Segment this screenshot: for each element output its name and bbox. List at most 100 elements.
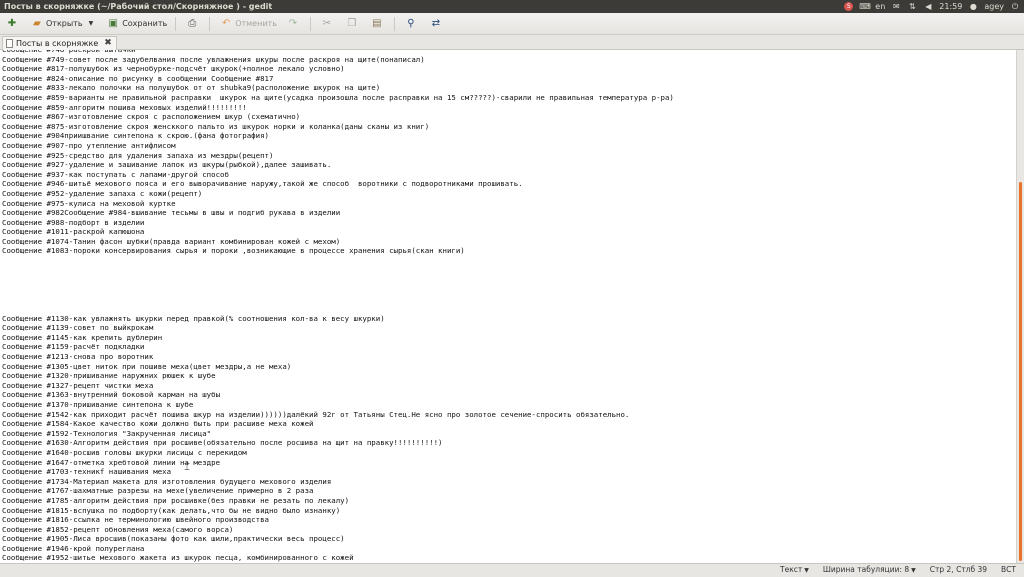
text-line[interactable]: Сообщение #833-лекало полочки на полушуб…	[2, 83, 674, 93]
toolbar-separator	[309, 16, 311, 31]
text-line[interactable]: Сообщение #1630-Алгоритм действия при ро…	[2, 438, 674, 448]
chevron-down-icon: ▼	[88, 20, 94, 27]
undo-button[interactable]: ↶ Отменить	[216, 14, 281, 33]
text-line[interactable]: Сообщение #946-шитьё мехового пояса и ег…	[2, 179, 674, 189]
text-line[interactable]: Сообщение #1647-отметка хребтовой линии …	[2, 458, 674, 468]
text-line[interactable]: Сообщение #907-про утепление антифлисом	[2, 141, 674, 151]
text-line[interactable]: Сообщение #1159-расчёт подкладки	[2, 342, 674, 352]
text-line[interactable]	[2, 294, 674, 304]
text-line[interactable]: Сообщение #824-описание по рисунку в соо…	[2, 74, 674, 84]
open-button[interactable]: ▰ Открыть	[27, 14, 87, 33]
redo-button[interactable]: ↷	[283, 14, 306, 33]
toolbar-separator	[393, 16, 395, 31]
cut-button[interactable]: ✂	[317, 14, 340, 33]
text-line[interactable]: Сообщение #982Сообщение #984-вшивание те…	[2, 208, 674, 218]
text-line[interactable]: Сообщение #1213-снова про воротник	[2, 352, 674, 362]
text-line[interactable]	[2, 275, 674, 285]
text-line[interactable]: Сообщение #1320-пришивание наружних рюше…	[2, 371, 674, 381]
clock[interactable]: 21:59	[939, 0, 962, 13]
user-name[interactable]: agey	[984, 0, 1004, 13]
save-icon: ▣	[108, 17, 118, 29]
text-line[interactable]: Сообщение #1734-Материал макета для изго…	[2, 477, 674, 487]
search-icon: ⚲	[407, 17, 415, 29]
insert-mode: ВСТ	[1001, 565, 1016, 574]
text-line[interactable]: Сообщение #1946-крой полуреглана	[2, 544, 674, 554]
chevron-down-icon: ▼	[804, 567, 809, 574]
text-line[interactable]: Сообщение #1327-рецепт чистки меха	[2, 381, 674, 391]
network-icon[interactable]: ⇅	[907, 2, 917, 11]
document-tabbar: Посты в скорняжке ✖	[0, 35, 1024, 50]
text-line[interactable]: Сообщение #1816-ссылка не терминологию ш…	[2, 515, 674, 525]
document-tab[interactable]: Посты в скорняжке ✖	[2, 36, 117, 50]
text-line[interactable]: Сообщение #859-алгоритм пошива меховых и…	[2, 103, 674, 113]
save-button[interactable]: ▣ Сохранить	[103, 14, 171, 33]
document-icon	[6, 39, 13, 48]
text-line[interactable]: Сообщение #1584-Какое качество кожи долж…	[2, 419, 674, 429]
keyboard-icon[interactable]: ⌨	[859, 2, 871, 11]
text-line[interactable]: Сообщение #1130-как увлажнять шкурки пер…	[2, 314, 674, 324]
system-tray: S ⌨ en ✉ ⇅ ◀ 21:59 ● agey ⏻	[844, 0, 1020, 13]
tab-width-selector[interactable]: Ширина табуляции: 8 ▼	[823, 564, 916, 577]
text-line[interactable]: Сообщение #1852-рецепт обновления меха(с…	[2, 525, 674, 535]
text-line[interactable]: Сообщение #1592-Технология "Закрученная …	[2, 429, 674, 439]
text-lines: Сообщение #748-раскрой-вытачкиСообщение …	[2, 50, 674, 563]
find-button[interactable]: ⚲	[401, 14, 424, 33]
power-icon[interactable]: ⏻	[1010, 2, 1020, 11]
text-line[interactable]: Сообщение #1370-пришивание синтепона к ш…	[2, 400, 674, 410]
text-line[interactable]: Сообщение #1083-пороки консервирования с…	[2, 246, 674, 256]
volume-icon[interactable]: ◀	[923, 2, 933, 11]
text-line[interactable]	[2, 256, 674, 266]
keyboard-layout[interactable]: en	[875, 0, 885, 13]
text-line[interactable]: Сообщение #988-подборт в изделии	[2, 218, 674, 228]
scrollbar-thumb[interactable]	[1019, 182, 1022, 561]
mouse-pointer-icon: ⌶	[184, 462, 190, 473]
text-editor[interactable]: Сообщение #748-раскрой-вытачкиСообщение …	[0, 50, 1016, 563]
text-line[interactable]: Сообщение #867-изготовление скроя с расп…	[2, 112, 674, 122]
new-document-button[interactable]: ✚	[2, 14, 25, 33]
copy-button[interactable]: ❐	[342, 14, 365, 33]
text-line[interactable]: Сообщение #1305-цвет ниток при пошиве ме…	[2, 362, 674, 372]
text-line[interactable]	[2, 285, 674, 295]
close-tab-icon[interactable]: ✖	[104, 37, 112, 50]
text-line[interactable]	[2, 266, 674, 276]
vertical-scrollbar[interactable]	[1016, 50, 1024, 563]
text-line[interactable]: Сообщение #817-полушубок из чернобурке-п…	[2, 64, 674, 74]
paste-button[interactable]: ▤	[367, 14, 390, 33]
text-line[interactable]: Сообщение #925-средство для удаления зап…	[2, 151, 674, 161]
text-line[interactable]: Сообщение #1542-как приходит расчёт поши…	[2, 410, 674, 420]
text-line[interactable]: Сообщение #952-удаление запаха с кожи(ре…	[2, 189, 674, 199]
text-line[interactable]: Сообщение #1785-алгоритм действия при ро…	[2, 496, 674, 506]
text-line[interactable]: Сообщение #1703-техникf нашивания меха	[2, 467, 674, 477]
undo-label: Отменить	[235, 19, 277, 28]
user-icon[interactable]: ●	[968, 2, 978, 11]
print-button[interactable]: ⎙	[182, 14, 205, 33]
syntax-selector[interactable]: Текст ▼	[780, 564, 809, 577]
text-line[interactable]: Сообщение #927-удаление и зашивание лапо…	[2, 160, 674, 170]
cursor-position: Стр 2, Стлб 39	[929, 565, 988, 574]
text-line[interactable]: Сообщение #749-совет после задубелвания …	[2, 55, 674, 65]
document-tab-label: Посты в скорняжке	[16, 39, 99, 48]
text-line[interactable]	[2, 304, 674, 314]
text-line[interactable]: Сообщение #975-кулиса на меховой куртке	[2, 199, 674, 209]
text-line[interactable]: Сообщение #1074-Танин фасон шубки(правда…	[2, 237, 674, 247]
open-recent-dropdown[interactable]: ▼	[87, 14, 96, 33]
mail-icon[interactable]: ✉	[891, 2, 901, 11]
text-line[interactable]: Сообщение #1145-как крепить дублерин	[2, 333, 674, 343]
skype-icon[interactable]: S	[844, 2, 854, 11]
replace-button[interactable]: ⇄	[426, 14, 449, 33]
text-line[interactable]: Сообщение #875-изготовление скроя женскк…	[2, 122, 674, 132]
text-line[interactable]: Сообщение #904приишвание синтепона к скр…	[2, 131, 674, 141]
paste-icon: ▤	[372, 17, 382, 29]
text-line[interactable]: Сообщение #1363-внутренний боковой карма…	[2, 390, 674, 400]
scissors-icon: ✂	[322, 17, 332, 29]
text-line[interactable]: Сообщение #1952-шитье мехового жакета из…	[2, 553, 674, 563]
text-line[interactable]: Сообщение #1011-раскрой капюшона	[2, 227, 674, 237]
text-line[interactable]: Сообщение #859-варианты не правильной ра…	[2, 93, 674, 103]
text-line[interactable]: Сообщение #1139-совет по выйкрокам	[2, 323, 674, 333]
text-line[interactable]: Сообщение #1815-вспушка по подборту(как …	[2, 506, 674, 516]
text-line[interactable]: Сообщение #937-как поступать с лапами-др…	[2, 170, 674, 180]
text-line[interactable]: Сообщение #1905-Лиса вросшив(показаны фо…	[2, 534, 674, 544]
text-line[interactable]: Сообщение #1767-шахматные разрезы на мех…	[2, 486, 674, 496]
new-document-icon: ✚	[7, 17, 17, 29]
text-line[interactable]: Сообщение #1640-росшив головы шкурки лис…	[2, 448, 674, 458]
